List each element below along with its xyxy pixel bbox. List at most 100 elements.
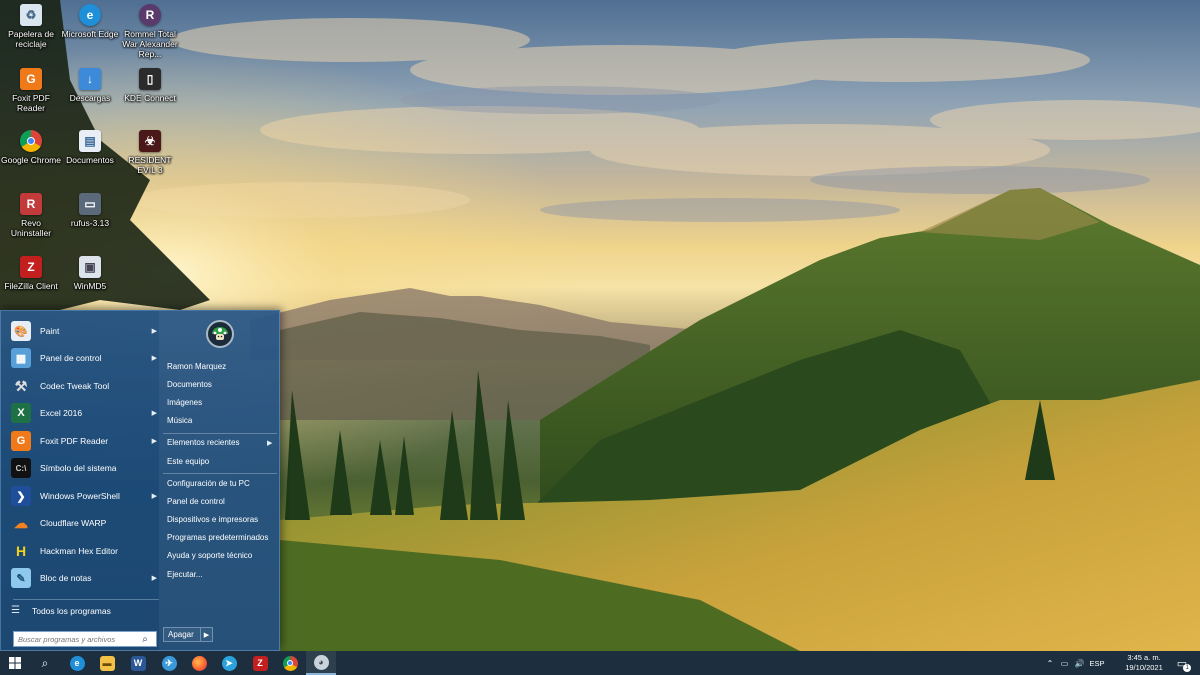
desktop-icon-label: Rommel Total War Alexander Rep...	[122, 29, 178, 59]
devices-printers-link[interactable]: Dispositivos e impresoras	[167, 515, 258, 524]
foxit-icon: G	[11, 431, 31, 451]
system-tray: ⌃ ▭ 🔊 ESP	[1043, 651, 1107, 675]
filezilla-icon: Z	[20, 256, 42, 278]
chrome-icon	[282, 655, 298, 671]
start-item-label: Foxit PDF Reader	[40, 436, 109, 446]
chrome-icon	[20, 130, 42, 152]
downloads-icon: ↓	[79, 68, 101, 90]
taskbar-word[interactable]: W	[123, 651, 153, 675]
shutdown-button[interactable]: Apagar	[164, 628, 200, 641]
paint-icon: 🎨	[11, 321, 31, 341]
start-item-notepad[interactable]: ✎ Bloc de notas ▶	[7, 565, 159, 591]
default-programs-link[interactable]: Programas predeterminados	[167, 533, 268, 542]
start-item-excel[interactable]: X Excel 2016 ▶	[7, 400, 159, 426]
desktop-icon-label: KDE Connect	[124, 93, 176, 103]
taskbar-file-explorer[interactable]: ▬	[92, 651, 122, 675]
run-link[interactable]: Ejecutar...	[167, 570, 203, 579]
start-item-paint[interactable]: 🎨 Paint ▶	[7, 318, 159, 344]
this-pc-link[interactable]: Este equipo	[167, 457, 209, 466]
desktop-icon-label: Foxit PDF Reader	[12, 93, 50, 113]
desktop-icon-foxit[interactable]: G Foxit PDF Reader	[0, 68, 62, 113]
desktop-icon-label: WinMD5	[73, 281, 107, 291]
start-item-codec-tweak-tool[interactable]: ⚒ Codec Tweak Tool	[7, 373, 159, 399]
submenu-arrow-icon: ▶	[151, 493, 157, 500]
taskbar-search-button[interactable]: ⌕	[30, 651, 60, 675]
user-name-link[interactable]: Ramon Marquez	[167, 362, 226, 371]
submenu-arrow-icon: ▶	[267, 440, 273, 447]
taskbar-filezilla[interactable]: Z	[245, 651, 275, 675]
recycle-bin-icon: ♻	[20, 4, 42, 26]
desktop-icon-rufus[interactable]: ▭ rufus-3.13	[59, 193, 121, 228]
recent-items-link[interactable]: Elementos recientes	[167, 438, 239, 447]
desktop-icon-winmd5[interactable]: ▣ WinMD5	[59, 256, 121, 291]
shutdown-options-arrow-icon[interactable]: ▶	[200, 628, 212, 641]
desktop-icon-revo[interactable]: R Revo Uninstaller	[0, 193, 62, 238]
desktop-icon-label: Papelera de reciclaje	[8, 29, 54, 49]
folder-icon: ▬	[99, 655, 115, 671]
submenu-arrow-icon: ▶	[151, 575, 157, 582]
rufus-icon: ▭	[79, 193, 101, 215]
desktop-icon-documents[interactable]: ▤ Documentos	[59, 130, 121, 165]
open-shell-icon: ◕	[313, 654, 329, 670]
foxit-icon: G	[20, 68, 42, 90]
chevron-up-icon[interactable]: ⌃	[1043, 659, 1057, 668]
word-icon: W	[130, 655, 146, 671]
all-programs-label: Todos los programas	[31, 605, 111, 616]
start-item-label: Cloudflare WARP	[40, 518, 107, 528]
excel-icon: X	[11, 403, 31, 423]
network-icon[interactable]: ▭	[1057, 659, 1072, 668]
desktop-icon-recycle-bin[interactable]: ♻ Papelera de reciclaje	[0, 4, 62, 49]
start-search-input[interactable]	[14, 632, 138, 646]
desktop-icon-downloads[interactable]: ↓ Descargas	[59, 68, 121, 103]
edge-icon: e	[69, 655, 85, 671]
search-icon[interactable]: ⌕	[138, 632, 152, 646]
desktop-icon-resident-evil[interactable]: ☣ RESIDENT EVIL 3	[119, 130, 181, 175]
desktop-icon-rommel[interactable]: R Rommel Total War Alexander Rep...	[119, 4, 181, 59]
speaker-icon[interactable]: 🔊	[1072, 659, 1087, 668]
clock[interactable]: 3:45 a. m. 19/10/2021	[1121, 653, 1167, 673]
game-icon: R	[139, 4, 161, 26]
start-menu-places-pane: Ramon Marquez Documentos Imágenes Música…	[159, 311, 280, 650]
desktop-icon-edge[interactable]: e Microsoft Edge	[59, 4, 121, 39]
submenu-arrow-icon: ▶	[151, 355, 157, 362]
start-menu-programs-pane: 🎨 Paint ▶ ▦ Panel de control ▶ ⚒ Codec T…	[5, 315, 159, 647]
control-panel-link[interactable]: Panel de control	[167, 497, 225, 506]
start-search-box: ⌕	[13, 631, 157, 647]
pc-settings-link[interactable]: Configuración de tu PC	[167, 479, 250, 488]
images-link[interactable]: Imágenes	[167, 398, 202, 407]
desktop-icon-chrome[interactable]: Google Chrome	[0, 130, 62, 165]
taskbar-open-shell[interactable]: ◕	[306, 651, 336, 675]
desktop-icon-label: Descargas	[69, 93, 111, 103]
start-button[interactable]	[0, 651, 30, 675]
taskbar-kde-connect[interactable]: ✈	[154, 651, 184, 675]
kde-connect-icon: ▯	[139, 68, 161, 90]
cloudflare-icon: ☁	[14, 514, 28, 531]
start-item-cmd[interactable]: C:\ Símbolo del sistema	[7, 455, 159, 481]
help-support-link[interactable]: Ayuda y soporte técnico	[167, 551, 252, 560]
taskbar-firefox[interactable]	[184, 651, 214, 675]
clock-date: 19/10/2021	[1125, 663, 1163, 672]
firefox-icon	[191, 655, 207, 671]
hex-editor-icon: H	[15, 543, 27, 559]
start-item-hackman-hex-editor[interactable]: H Hackman Hex Editor	[7, 538, 159, 564]
desktop-icon-kde-connect[interactable]: ▯ KDE Connect	[119, 68, 181, 103]
taskbar-chrome[interactable]	[275, 651, 305, 675]
language-indicator[interactable]: ESP	[1087, 659, 1107, 668]
start-item-label: Hackman Hex Editor	[40, 546, 118, 556]
avatar[interactable]	[206, 320, 234, 348]
start-item-foxit[interactable]: G Foxit PDF Reader ▶	[7, 428, 159, 454]
taskbar-edge[interactable]: e	[62, 651, 92, 675]
search-icon: ⌕	[41, 655, 49, 670]
start-item-powershell[interactable]: ❯ Windows PowerShell ▶	[7, 483, 159, 509]
notification-center-button[interactable]: ▭ 1	[1172, 651, 1192, 675]
notification-count-badge: 1	[1183, 663, 1192, 672]
documents-link[interactable]: Documentos	[167, 380, 212, 389]
all-programs-button[interactable]: ☰ Todos los programas	[11, 605, 111, 616]
start-item-control-panel[interactable]: ▦ Panel de control ▶	[7, 345, 159, 371]
music-link[interactable]: Música	[167, 416, 192, 425]
mushroom-avatar-icon	[212, 327, 228, 340]
taskbar-telegram[interactable]: ➤	[214, 651, 244, 675]
notepad-icon: ✎	[11, 568, 31, 588]
start-item-cloudflare-warp[interactable]: ☁ Cloudflare WARP	[7, 510, 159, 536]
desktop-icon-filezilla[interactable]: Z FileZilla Client	[0, 256, 62, 291]
